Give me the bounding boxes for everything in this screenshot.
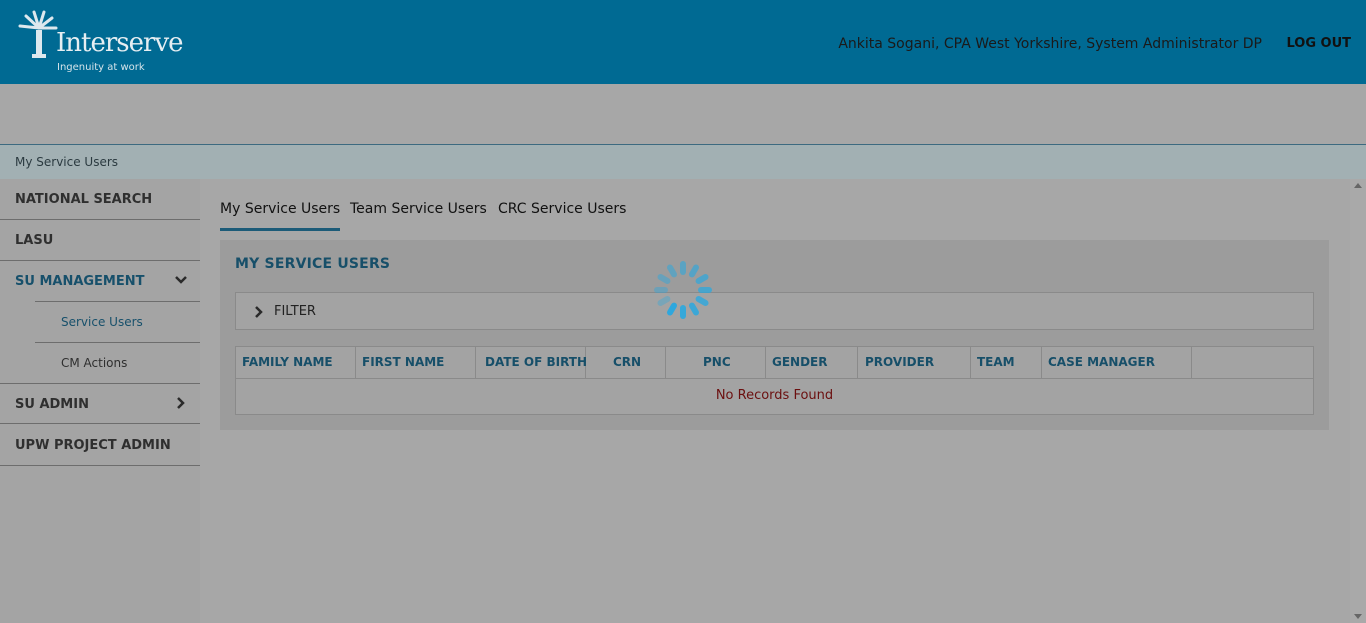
spinner-segment: [689, 302, 699, 316]
spinner-segment: [695, 274, 709, 284]
sub-header-band: [0, 84, 1366, 144]
column-header-date-of-birth[interactable]: DATE OF BIRTH: [476, 347, 587, 378]
tab-crc-service-users[interactable]: CRC Service Users: [498, 201, 626, 228]
sidebar-subitem-cm-actions[interactable]: CM Actions: [35, 342, 200, 383]
breadcrumb: My Service Users: [0, 144, 1366, 179]
column-header-case-manager[interactable]: CASE MANAGER: [1042, 347, 1192, 378]
spinner-segment: [680, 305, 686, 319]
sidebar-item-upw-project-admin[interactable]: UPW PROJECT ADMIN: [0, 425, 200, 466]
sidebar-item-label: NATIONAL SEARCH: [15, 192, 153, 207]
scroll-down-icon[interactable]: [1354, 614, 1362, 619]
filter-label: FILTER: [274, 304, 316, 319]
sidebar-item-label: SU ADMIN: [15, 397, 89, 412]
logo-text: Interserve: [56, 28, 184, 58]
sidebar-item-lasu[interactable]: LASU: [0, 220, 200, 261]
sidebar-subitem-label: Service Users: [61, 315, 143, 329]
logout-button[interactable]: LOG OUT: [1286, 36, 1351, 51]
service-users-table: FAMILY NAME FIRST NAME DATE OF BIRTH CRN…: [235, 346, 1314, 415]
column-header-family-name[interactable]: FAMILY NAME: [236, 347, 356, 378]
spinner-segment: [654, 287, 668, 293]
table-header: FAMILY NAME FIRST NAME DATE OF BIRTH CRN…: [236, 347, 1313, 379]
vertical-scrollbar[interactable]: [1350, 179, 1366, 623]
tab-my-service-users[interactable]: My Service Users: [220, 201, 341, 231]
sidebar-subitem-label: CM Actions: [61, 356, 128, 370]
interserve-logo[interactable]: Interserve Ingenuity at work: [14, 10, 184, 76]
sidebar-item-label: SU MANAGEMENT: [15, 274, 145, 289]
spinner-segment: [698, 287, 712, 293]
empty-message: No Records Found: [715, 388, 834, 403]
chevron-right-icon: [255, 306, 263, 318]
column-header-first-name[interactable]: FIRST NAME: [356, 347, 476, 378]
column-header-provider[interactable]: PROVIDER: [858, 347, 971, 378]
filter-toggle[interactable]: FILTER: [235, 292, 1314, 330]
loading-spinner-icon: [654, 261, 712, 319]
spinner-segment: [657, 274, 671, 284]
spinner-segment: [689, 264, 699, 278]
scroll-up-icon[interactable]: [1354, 183, 1362, 188]
spinner-segment: [680, 261, 686, 275]
breadcrumb-current: My Service Users: [15, 155, 119, 169]
chevron-down-icon: [175, 276, 187, 284]
chevron-right-icon: [177, 397, 185, 409]
sidebar-item-su-management[interactable]: SU MANAGEMENT: [0, 261, 200, 302]
logo-tagline: Ingenuity at work: [57, 62, 145, 73]
tab-team-service-users[interactable]: Team Service Users: [350, 201, 487, 228]
sidebar-item-su-admin[interactable]: SU ADMIN: [0, 383, 200, 424]
spinner-segment: [667, 264, 677, 278]
sidebar-item-national-search[interactable]: NATIONAL SEARCH: [0, 179, 200, 220]
sidebar: NATIONAL SEARCH LASU SU MANAGEMENT Servi…: [0, 179, 200, 623]
column-header-team[interactable]: TEAM: [971, 347, 1042, 378]
top-header: Interserve Ingenuity at work Ankita Soga…: [0, 0, 1366, 84]
sidebar-item-label: LASU: [15, 233, 54, 248]
column-header-gender[interactable]: GENDER: [766, 347, 858, 378]
sidebar-subitem-service-users[interactable]: Service Users: [35, 301, 200, 342]
column-header-pnc[interactable]: PNC: [666, 347, 766, 378]
panel-title: MY SERVICE USERS: [235, 256, 391, 272]
service-users-panel: MY SERVICE USERS FILTER FAMILY NAME FIRS…: [220, 240, 1329, 430]
column-header-crn[interactable]: CRN: [586, 347, 666, 378]
sidebar-item-label: UPW PROJECT ADMIN: [15, 438, 171, 453]
spinner-segment: [657, 296, 671, 306]
user-info: Ankita Sogani, CPA West Yorkshire, Syste…: [838, 36, 1262, 52]
spinner-segment: [695, 296, 709, 306]
palm-logo-icon: [18, 10, 58, 58]
spinner-segment: [667, 302, 677, 316]
